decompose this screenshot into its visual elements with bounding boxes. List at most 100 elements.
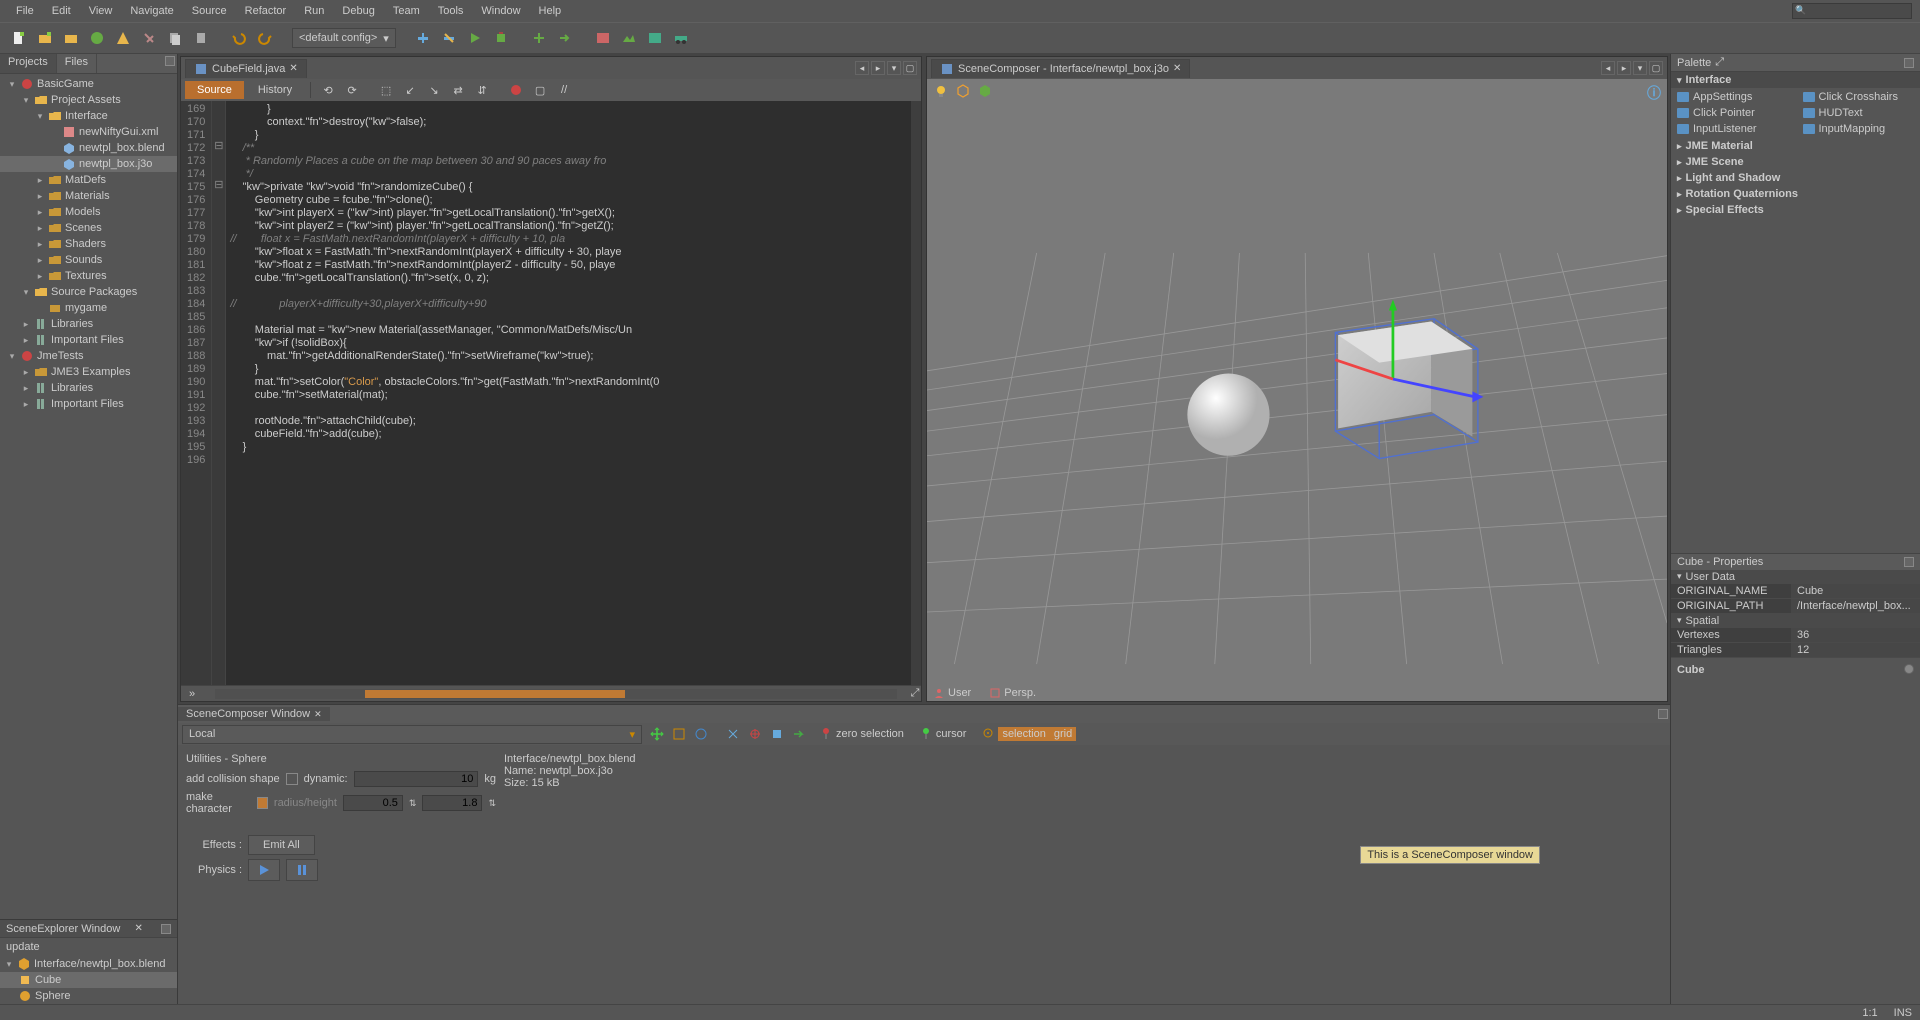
files-tab[interactable]: Files [57,54,97,73]
tree-item[interactable]: ▾Project Assets [0,92,177,108]
palette-item[interactable]: InputMapping [1797,122,1920,136]
texture-icon[interactable] [644,27,666,49]
run-icon[interactable] [464,27,486,49]
image-icon[interactable] [592,27,614,49]
tree-item[interactable]: ▸Libraries [0,316,177,332]
tool-icon[interactable]: ⟳ [341,79,363,101]
menu-file[interactable]: File [8,3,42,19]
new-project-icon[interactable] [34,27,56,49]
tree-item[interactable]: newtpl_box.blend [0,140,177,156]
palette-category[interactable]: ▸Special Effects [1671,202,1920,218]
build-icon[interactable] [412,27,434,49]
vehicle-icon[interactable] [670,27,692,49]
tool-icon[interactable] [768,725,786,743]
minimize-icon[interactable] [1904,58,1914,68]
property-row[interactable]: ORIGINAL_NAMECube [1671,584,1920,599]
props-section[interactable]: ▾Spatial [1671,614,1920,628]
tree-item[interactable]: ▸Textures [0,268,177,284]
minimize-icon[interactable] [165,56,175,66]
editor-tab-cubefield[interactable]: CubeField.java✕ [185,59,307,78]
property-row[interactable]: Vertexes36 [1671,628,1920,643]
tree-item[interactable]: ▸Models [0,204,177,220]
tree-item[interactable]: ▾Source Packages [0,284,177,300]
paste-icon[interactable] [190,27,212,49]
tree-item[interactable]: ▸Libraries [0,380,177,396]
menu-team[interactable]: Team [385,3,428,19]
close-icon[interactable]: ✕ [134,923,142,934]
save-all-icon[interactable] [86,27,108,49]
move-icon[interactable] [648,725,666,743]
tree-item[interactable]: ▸MatDefs [0,172,177,188]
dynamic-input[interactable] [354,771,479,787]
add-icon[interactable] [528,27,550,49]
profile-icon[interactable] [112,27,134,49]
selection-button[interactable]: selection [998,727,1049,741]
redo-icon[interactable] [254,27,276,49]
menu-view[interactable]: View [81,3,121,19]
breakpoint-icon[interactable] [505,79,527,101]
zero-label[interactable]: zero selection [836,728,904,740]
projects-tab[interactable]: Projects [0,54,57,73]
info-icon[interactable]: ⓘ [1647,85,1661,101]
pin-icon[interactable] [820,727,832,742]
minimize-icon[interactable] [1658,709,1668,719]
tool-icon[interactable]: ↙ [399,79,421,101]
list-icon[interactable]: ▾ [887,61,901,75]
palette-section-interface[interactable]: ▾Interface [1671,72,1920,88]
scale-icon[interactable] [670,725,688,743]
target-icon[interactable] [982,727,994,742]
tree-item[interactable]: ▸Important Files [0,332,177,348]
rotate-icon[interactable] [692,725,710,743]
menu-refactor[interactable]: Refactor [237,3,295,19]
list-icon[interactable]: ▾ [1633,61,1647,75]
scene-item-sphere[interactable]: Sphere [0,988,177,1004]
help-icon[interactable] [1904,664,1914,674]
debug-icon[interactable] [490,27,512,49]
property-row[interactable]: Triangles12 [1671,643,1920,658]
tree-item[interactable]: ▸Sounds [0,252,177,268]
tree-item[interactable]: ▾BasicGame [0,76,177,92]
arrow-icon[interactable] [554,27,576,49]
editor-tab-scenecomposer[interactable]: SceneComposer - Interface/newtpl_box.j3o… [931,59,1190,78]
scene-item-cube[interactable]: Cube [0,972,177,988]
grid-button[interactable]: grid [1050,727,1076,741]
scene-explorer-tab[interactable]: SceneExplorer Window [6,923,120,935]
new-file-icon[interactable] [8,27,30,49]
minimize-icon[interactable] [161,924,171,934]
tool-icon[interactable] [724,725,742,743]
tree-item[interactable]: ▾Interface [0,108,177,124]
cube-icon[interactable] [955,83,971,102]
palette-item[interactable]: HUDText [1797,106,1920,120]
pin-icon[interactable] [920,727,932,742]
menu-source[interactable]: Source [184,3,235,19]
close-icon[interactable]: ✕ [1173,63,1181,74]
tree-item[interactable]: ▸Materials [0,188,177,204]
tool-icon[interactable]: ⬚ [375,79,397,101]
local-combo[interactable]: Local▾ [182,725,642,744]
menu-debug[interactable]: Debug [334,3,382,19]
prev-icon[interactable]: ◂ [1601,61,1615,75]
tree-item[interactable]: ▸JME3 Examples [0,364,177,380]
open-icon[interactable] [60,27,82,49]
close-icon[interactable]: ✕ [289,63,297,74]
palette-item[interactable]: AppSettings [1671,90,1795,104]
tree-item[interactable]: ▸Important Files [0,396,177,412]
lightbulb-icon[interactable] [933,83,949,102]
palette-item[interactable]: Click Pointer [1671,106,1795,120]
tree-item[interactable]: ▸Scenes [0,220,177,236]
character-checkbox[interactable] [257,797,268,809]
tool-icon[interactable]: // [553,79,575,101]
cursor-label[interactable]: cursor [936,728,967,740]
play-button[interactable] [248,859,280,881]
prev-icon[interactable]: ◂ [855,61,869,75]
scene-root[interactable]: ▾ Interface/newtpl_box.blend [0,956,177,972]
palette-item[interactable]: InputListener [1671,122,1795,136]
source-button[interactable]: Source [185,81,244,99]
menu-help[interactable]: Help [531,3,570,19]
undo-icon[interactable] [228,27,250,49]
menu-window[interactable]: Window [473,3,528,19]
close-icon[interactable]: ✕ [314,709,322,720]
history-button[interactable]: History [246,81,304,99]
tree-item[interactable]: ▸Shaders [0,236,177,252]
tree-item[interactable]: ▾JmeTests [0,348,177,364]
